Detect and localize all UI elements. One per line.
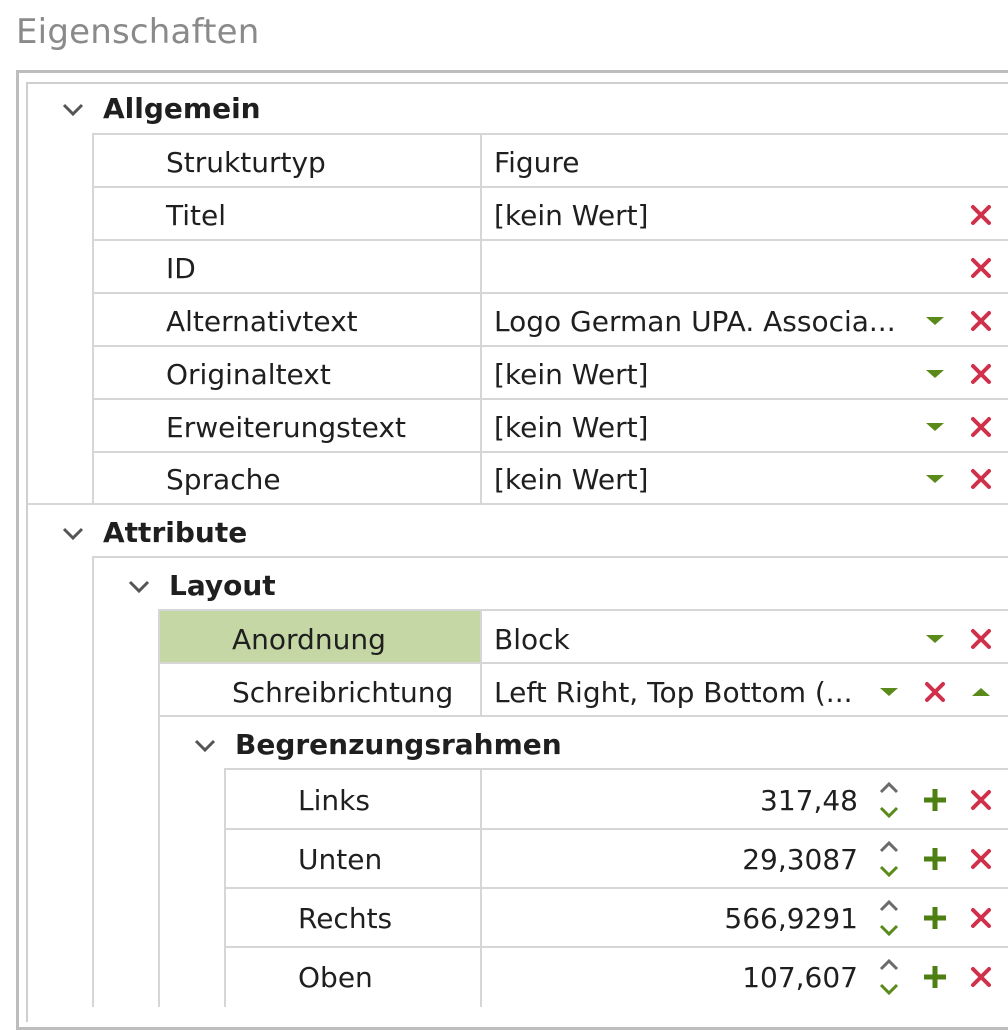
group-layout[interactable]: Layout [169, 569, 276, 602]
row-value-erweiterungstext[interactable]: [kein Wert] [494, 411, 648, 444]
plus-icon[interactable] [922, 964, 948, 990]
row-label-rechts: Rechts [298, 902, 393, 935]
spin-up-down-icon[interactable] [876, 780, 902, 820]
row-label-originaltext: Originaltext [166, 358, 331, 391]
plus-icon[interactable] [922, 787, 948, 813]
close-x-icon[interactable] [968, 202, 994, 228]
triangle-up-icon[interactable] [968, 679, 994, 705]
row-label-alternativtext: Alternativtext [166, 305, 358, 338]
chevron-down-icon[interactable] [62, 103, 84, 117]
row-label-id: ID [166, 252, 196, 285]
row-label-strukturtyp: Strukturtyp [166, 146, 326, 179]
close-x-icon[interactable] [968, 964, 994, 990]
close-x-icon[interactable] [968, 466, 994, 492]
triangle-down-icon[interactable] [922, 361, 948, 387]
row-label-links: Links [298, 784, 370, 817]
triangle-down-icon[interactable] [876, 679, 902, 705]
row-value-anordnung[interactable]: Block [494, 623, 570, 656]
row-label-schreibrichtung: Schreibrichtung [232, 676, 454, 709]
row-value-rechts[interactable]: 566,9291 [600, 902, 858, 935]
spin-up-down-icon[interactable] [876, 957, 902, 997]
close-x-icon[interactable] [968, 414, 994, 440]
group-begrenzungsrahmen[interactable]: Begrenzungsrahmen [235, 728, 562, 761]
chevron-down-icon[interactable] [194, 739, 216, 753]
spin-up-down-icon[interactable] [876, 839, 902, 879]
close-x-icon[interactable] [968, 787, 994, 813]
close-x-icon[interactable] [968, 626, 994, 652]
group-attribute[interactable]: Attribute [103, 516, 247, 549]
row-value-oben[interactable]: 107,607 [600, 961, 858, 994]
close-x-icon[interactable] [968, 361, 994, 387]
chevron-down-icon[interactable] [128, 580, 150, 594]
row-value-schreibrichtung[interactable]: Left Right, Top Bottom (... [494, 676, 853, 709]
panel-title: Eigenschaften [16, 12, 260, 52]
plus-icon[interactable] [922, 905, 948, 931]
row-label-titel: Titel [166, 199, 227, 232]
plus-icon[interactable] [922, 846, 948, 872]
triangle-down-icon[interactable] [922, 626, 948, 652]
close-x-icon[interactable] [968, 846, 994, 872]
row-label-unten: Unten [298, 843, 383, 876]
row-value-originaltext[interactable]: [kein Wert] [494, 358, 648, 391]
row-value-sprache[interactable]: [kein Wert] [494, 463, 648, 496]
row-value-titel[interactable]: [kein Wert] [494, 199, 648, 232]
triangle-down-icon[interactable] [922, 466, 948, 492]
close-x-icon[interactable] [968, 255, 994, 281]
spin-up-down-icon[interactable] [876, 898, 902, 938]
row-label-sprache: Sprache [166, 463, 281, 496]
close-x-icon[interactable] [968, 308, 994, 334]
row-label-erweiterungstext: Erweiterungstext [166, 411, 406, 444]
triangle-down-icon[interactable] [922, 414, 948, 440]
row-label-oben: Oben [298, 961, 373, 994]
row-value-unten[interactable]: 29,3087 [600, 843, 858, 876]
row-value-alternativtext[interactable]: Logo German UPA. Associa... [494, 305, 896, 338]
row-value-strukturtyp[interactable]: Figure [494, 146, 580, 179]
close-x-icon[interactable] [922, 679, 948, 705]
row-value-links[interactable]: 317,48 [600, 784, 858, 817]
chevron-down-icon[interactable] [62, 527, 84, 541]
triangle-down-icon[interactable] [922, 308, 948, 334]
close-x-icon[interactable] [968, 905, 994, 931]
group-allgemein[interactable]: Allgemein [103, 92, 261, 125]
row-label-anordnung: Anordnung [232, 623, 386, 656]
